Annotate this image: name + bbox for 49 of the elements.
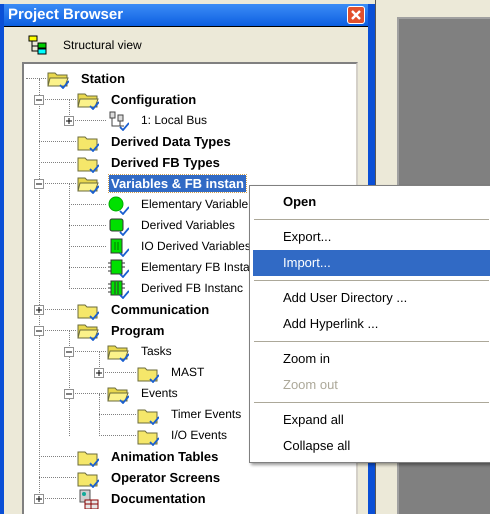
menu-item[interactable]: Zoom in <box>253 346 490 372</box>
tree-item[interactable]: Configuration <box>109 91 198 108</box>
window-title: Project Browser <box>8 4 124 25</box>
expander-box[interactable] <box>64 347 74 357</box>
menu-item[interactable]: Open <box>253 189 490 215</box>
tree-item[interactable]: 1: Local Bus <box>139 112 210 129</box>
menu-item[interactable]: Expand all <box>253 407 490 433</box>
view-label: Structural view <box>63 36 142 54</box>
expander-box[interactable] <box>94 368 104 378</box>
tree-item[interactable]: Documentation <box>109 490 208 507</box>
expander-box[interactable] <box>34 95 44 105</box>
tree-structure-icon[interactable] <box>28 34 48 54</box>
menu-item[interactable]: Import... <box>253 250 490 276</box>
expander-box[interactable] <box>34 326 44 336</box>
chip-icon <box>107 278 129 298</box>
tree-item[interactable]: Events <box>139 385 180 402</box>
tree-item[interactable]: Elementary FB Insta <box>139 259 252 276</box>
expander-box[interactable] <box>64 389 74 399</box>
tree-item[interactable]: Station <box>79 70 128 87</box>
tree-item[interactable]: Timer Events <box>169 406 244 423</box>
menu-item[interactable]: Export... <box>253 224 490 250</box>
expander-box[interactable] <box>34 494 44 504</box>
tree-item[interactable]: Derived Data Types <box>109 133 233 150</box>
tree-item[interactable]: Tasks <box>139 343 174 360</box>
square-icon <box>107 216 129 236</box>
close-icon <box>351 10 361 20</box>
circle-icon <box>107 194 129 214</box>
chip-icon <box>107 258 129 278</box>
close-button[interactable] <box>347 6 365 24</box>
tree-item[interactable]: Variables & FB instan <box>109 175 246 192</box>
menu-item[interactable]: Collapse all <box>253 433 490 459</box>
tree-item[interactable]: Derived FB Instanc <box>139 280 246 297</box>
tree-item[interactable]: Elementary Variable <box>139 196 250 213</box>
tree-item[interactable]: Derived Variables <box>139 217 237 234</box>
network-icon <box>107 110 129 130</box>
tree-item[interactable]: Animation Tables <box>109 448 220 465</box>
expander-box[interactable] <box>64 116 74 126</box>
expander-box[interactable] <box>34 179 44 189</box>
tree-item[interactable]: I/O Events <box>169 427 230 444</box>
tree-item[interactable]: Communication <box>109 301 212 318</box>
menu-item[interactable]: Add Hyperlink ... <box>253 311 490 337</box>
tree-item[interactable]: Operator Screens <box>109 469 222 486</box>
tree-item[interactable]: Derived FB Types <box>109 154 222 171</box>
menu-item[interactable]: Add User Directory ... <box>253 285 490 311</box>
tree-item[interactable]: MAST <box>169 364 206 381</box>
document-icon <box>77 488 99 508</box>
expander-box[interactable] <box>34 305 44 315</box>
tree-item[interactable]: Program <box>109 322 166 339</box>
tree-item[interactable]: IO Derived Variables <box>139 238 253 255</box>
